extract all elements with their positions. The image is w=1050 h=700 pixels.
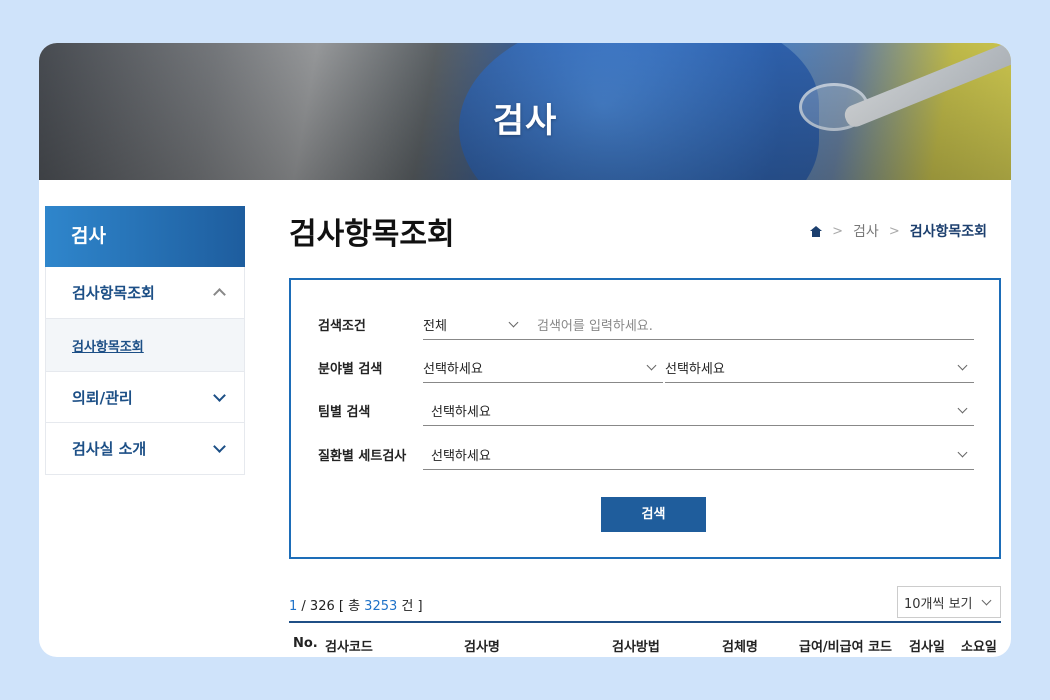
field-search-row: 분야별 검색	[318, 353, 423, 383]
field-select-primary[interactable]: 선택하세요	[423, 353, 663, 383]
disease-search-row: 질환별 세트검사	[318, 440, 423, 470]
chevron-down-icon	[981, 595, 992, 605]
search-condition-value: 전체	[423, 319, 447, 334]
breadcrumb-current: 검사항목조회	[909, 224, 987, 240]
disease-select-value: 선택하세요	[431, 449, 491, 464]
disease-select[interactable]: 선택하세요	[423, 440, 974, 470]
table-header-method: 검사방법	[612, 640, 660, 655]
search-condition-select[interactable]: 전체	[423, 310, 525, 340]
table-header-duration: 소요일	[961, 640, 997, 655]
hero-banner: 검사	[39, 43, 1011, 180]
sidebar-item-request-manage[interactable]: 의뢰/관리	[45, 371, 245, 423]
team-select-value: 선택하세요	[431, 405, 491, 420]
field-search-label: 분야별 검색	[318, 362, 383, 377]
table-header-name: 검사명	[464, 640, 500, 655]
table-header-no: No.	[293, 636, 318, 651]
count-suffix: 건 ]	[397, 599, 423, 614]
sidebar-item-label: 의뢰/관리	[72, 388, 133, 407]
chevron-down-icon	[957, 360, 968, 371]
team-search-row: 팀별 검색	[318, 396, 423, 426]
chevron-down-icon	[213, 440, 226, 453]
breadcrumb: > 검사 > 검사항목조회	[810, 221, 987, 241]
sidebar-subitem-test-lookup[interactable]: 검사항목조회	[45, 319, 245, 371]
search-keyword-input[interactable]: 검색어를 입력하세요.	[525, 310, 974, 340]
page-total: / 326 [ 총	[297, 599, 365, 614]
search-keyword-placeholder: 검색어를 입력하세요.	[537, 319, 653, 334]
team-search-label: 팀별 검색	[318, 405, 371, 420]
sidebar-header: 검사	[45, 206, 245, 267]
home-icon[interactable]	[810, 225, 823, 237]
chevron-down-icon	[213, 388, 226, 402]
disease-search-label: 질환별 세트검사	[318, 449, 407, 464]
sidebar-item-lab-intro[interactable]: 검사실 소개	[45, 423, 245, 475]
breadcrumb-item[interactable]: 검사	[853, 221, 879, 241]
search-button[interactable]: 검색	[601, 497, 706, 532]
search-condition-label: 검색조건	[318, 319, 366, 334]
team-select[interactable]: 선택하세요	[423, 396, 974, 426]
chevron-down-icon	[646, 360, 657, 371]
search-panel: 검색조건 전체 검색어를 입력하세요. 분야별 검색 선택하세요 선택하세요 팀…	[289, 278, 1001, 559]
banner-title: 검사	[492, 101, 558, 141]
field-select-secondary[interactable]: 선택하세요	[665, 353, 974, 383]
results-summary: 1 / 326 [ 총 3253 건 ]	[289, 595, 423, 614]
chevron-down-icon	[957, 403, 968, 414]
sidebar-item-test-lookup[interactable]: 검사항목조회	[45, 267, 245, 319]
content-card: 검사 검사 검사항목조회 검사항목조회 의뢰/관리 검사실 소개 검사항목조회 …	[39, 43, 1011, 657]
chevron-down-icon	[957, 447, 968, 458]
table-header-specimen: 검체명	[722, 640, 758, 655]
search-condition-row: 검색조건	[318, 310, 423, 340]
chevron-up-icon	[213, 288, 226, 301]
page-title: 검사항목조회	[289, 217, 455, 252]
field-select-secondary-value: 선택하세요	[665, 362, 725, 377]
chevron-down-icon	[508, 317, 519, 328]
total-count: 3253	[364, 599, 398, 614]
per-page-select[interactable]: 10개씩 보기	[897, 586, 1001, 618]
breadcrumb-separator: >	[832, 223, 844, 239]
table-header-code: 검사코드	[325, 640, 373, 655]
breadcrumb-separator: >	[888, 223, 900, 239]
field-select-primary-value: 선택하세요	[423, 362, 483, 377]
sidebar-item-label: 검사항목조회	[72, 284, 155, 302]
per-page-value: 10개씩 보기	[904, 596, 973, 612]
table-top-border	[289, 621, 1001, 623]
sidebar: 검사 검사항목조회 검사항목조회 의뢰/관리 검사실 소개	[45, 206, 245, 475]
sidebar-item-label: 검사실 소개	[72, 440, 147, 458]
table-header-test-day: 검사일	[909, 640, 945, 655]
table-header-insurance-code: 급여/비급여 코드	[799, 640, 892, 655]
